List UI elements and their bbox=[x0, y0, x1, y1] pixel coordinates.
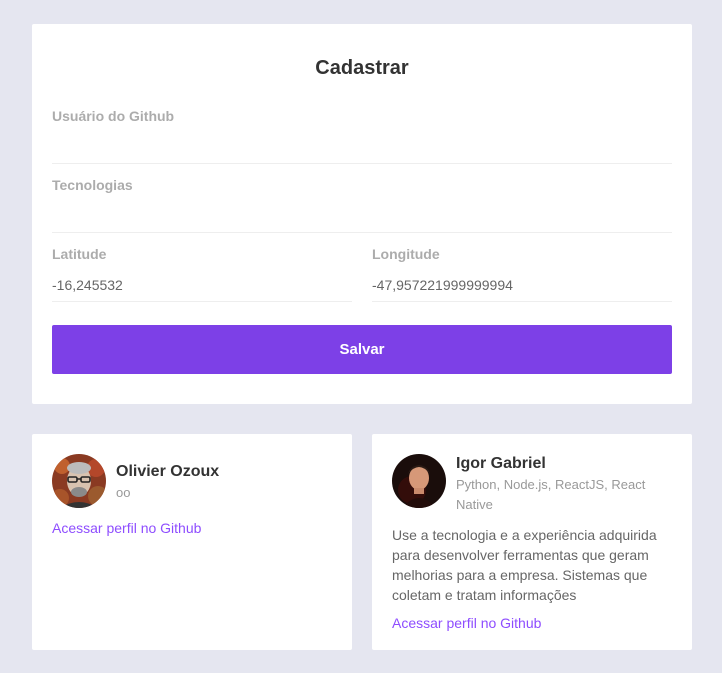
longitude-input[interactable] bbox=[372, 268, 672, 302]
github-username-input[interactable] bbox=[52, 130, 672, 164]
register-form-card: Cadastrar Usuário do Github Tecnologias … bbox=[32, 24, 692, 404]
techs-field: Tecnologias bbox=[52, 177, 672, 233]
longitude-label: Longitude bbox=[372, 246, 440, 262]
github-username-field: Usuário do Github bbox=[52, 108, 672, 164]
avatar bbox=[392, 454, 446, 508]
dev-name: Igor Gabriel bbox=[456, 455, 546, 472]
longitude-field: Longitude bbox=[372, 246, 672, 302]
dev-techs: Python, Node.js, ReactJS, React Native bbox=[456, 477, 646, 512]
github-profile-link[interactable]: Acessar perfil no Github bbox=[392, 615, 541, 631]
github-profile-link[interactable]: Acessar perfil no Github bbox=[52, 520, 201, 536]
techs-input[interactable] bbox=[52, 199, 672, 233]
dev-card: Olivier Ozoux oo Acessar perfil no Githu… bbox=[32, 434, 352, 650]
avatar bbox=[52, 454, 106, 508]
dev-techs: oo bbox=[116, 485, 131, 500]
dev-header: Igor Gabriel Python, Node.js, ReactJS, R… bbox=[392, 454, 672, 515]
latitude-label: Latitude bbox=[52, 246, 107, 262]
dev-info: Olivier Ozoux oo bbox=[116, 454, 219, 503]
latitude-input[interactable] bbox=[52, 268, 352, 302]
github-username-label: Usuário do Github bbox=[52, 108, 175, 124]
save-button[interactable]: Salvar bbox=[52, 325, 672, 374]
dev-name: Olivier Ozoux bbox=[116, 463, 220, 480]
dev-card: Igor Gabriel Python, Node.js, ReactJS, R… bbox=[372, 434, 692, 650]
dev-header: Olivier Ozoux oo bbox=[52, 454, 332, 508]
dev-info: Igor Gabriel Python, Node.js, ReactJS, R… bbox=[456, 454, 672, 515]
latitude-field: Latitude bbox=[52, 246, 352, 302]
form-title: Cadastrar bbox=[315, 57, 409, 79]
dev-bio: Use a tecnologia e a experiência adquiri… bbox=[392, 527, 657, 603]
techs-label: Tecnologias bbox=[52, 177, 133, 193]
